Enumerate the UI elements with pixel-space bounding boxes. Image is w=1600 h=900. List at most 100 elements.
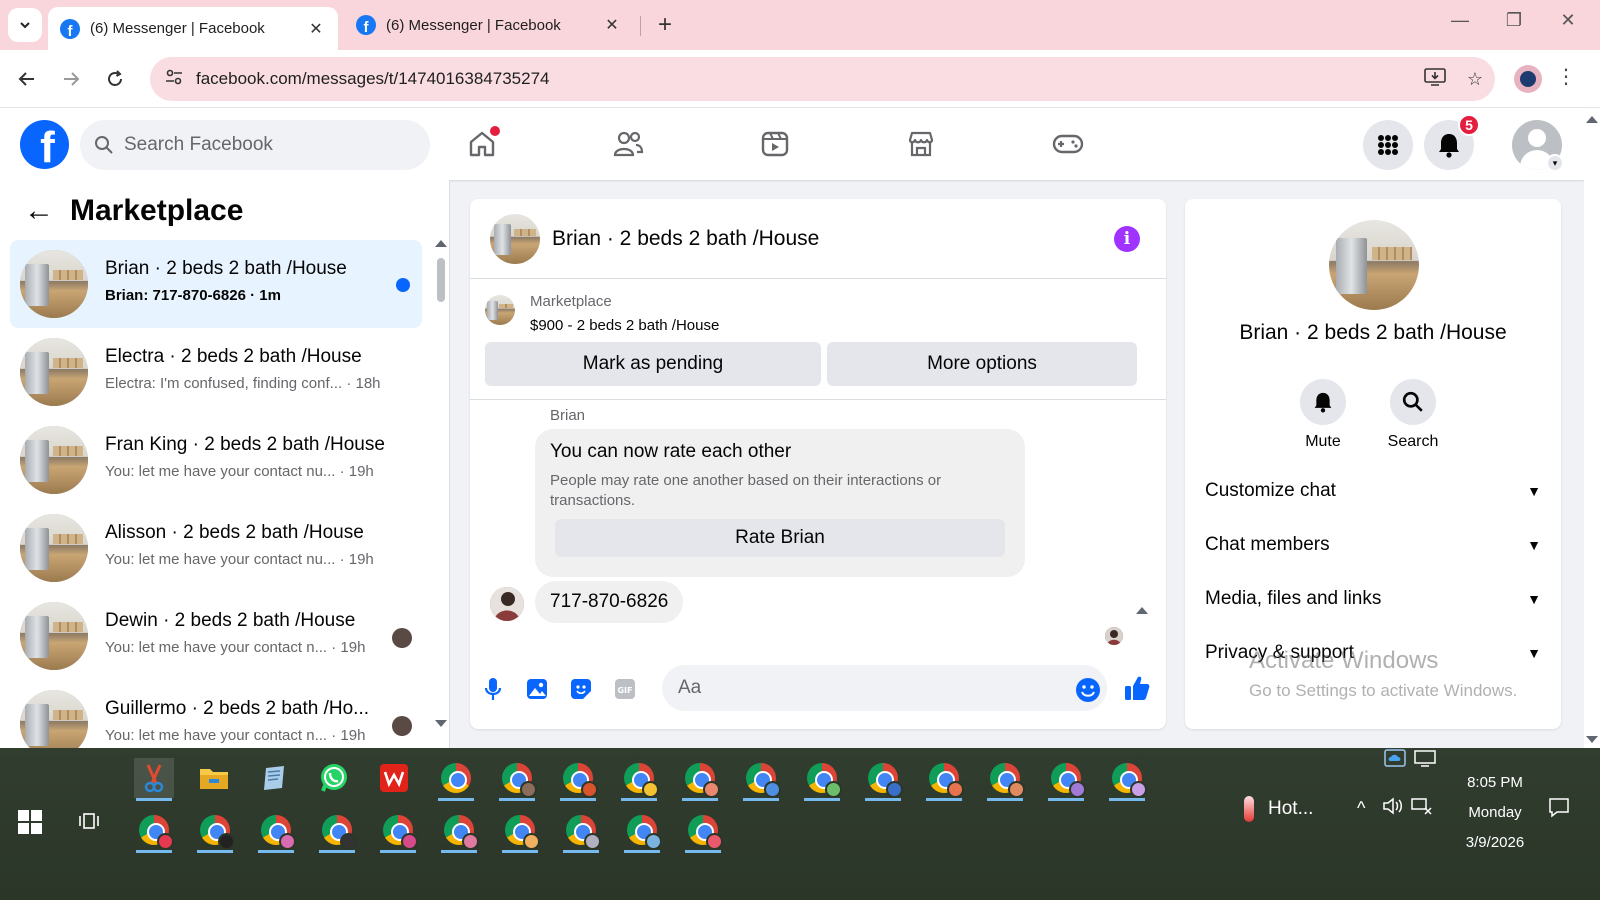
account-chevron-down-icon[interactable]: ▾ — [1546, 154, 1564, 172]
page-scrollbar[interactable] — [1584, 108, 1600, 748]
nav-friends[interactable] — [608, 124, 648, 164]
restore-window-icon[interactable]: ❐ — [1494, 10, 1534, 31]
info-icon[interactable]: i — [1114, 226, 1140, 252]
close-tab-icon[interactable]: ✕ — [602, 15, 622, 35]
back-arrow-icon[interactable]: ← — [24, 196, 54, 226]
scroll-up-icon[interactable] — [435, 240, 447, 247]
taskbar-app-file-explorer[interactable] — [194, 758, 234, 798]
browser-profile-avatar[interactable] — [1514, 65, 1542, 93]
taskbar-app-chrome-profile[interactable] — [561, 810, 601, 853]
nav-home[interactable] — [462, 124, 502, 164]
nav-marketplace[interactable] — [901, 124, 941, 164]
taskbar-app-chrome-profile[interactable] — [741, 758, 781, 801]
conversation-item[interactable]: Fran King · 2 beds 2 bath /House You: le… — [10, 416, 422, 504]
taskbar-app-chrome-profile[interactable] — [622, 810, 662, 853]
clock-time[interactable]: 8:05 PM — [1440, 774, 1550, 791]
taskbar-app-chrome-profile[interactable] — [683, 810, 723, 853]
listing-description[interactable]: $900 - 2 beds 2 bath /House — [530, 317, 719, 334]
facebook-search-input[interactable] — [124, 134, 404, 156]
new-tab-button[interactable]: + — [650, 10, 680, 40]
task-view-icon[interactable] — [78, 810, 102, 832]
taskbar-app-chrome-profile[interactable] — [619, 758, 659, 801]
message-thread-scrollbar[interactable] — [1136, 607, 1148, 649]
onedrive-icon[interactable] — [1384, 748, 1406, 772]
scroll-down-icon[interactable] — [435, 720, 447, 727]
mark-as-pending-button[interactable]: Mark as pending — [485, 342, 821, 386]
network-icon[interactable] — [1410, 796, 1432, 820]
gif-button[interactable]: GIF — [610, 674, 640, 704]
taskbar-app-chrome[interactable] — [436, 758, 476, 801]
volume-icon[interactable] — [1382, 796, 1404, 820]
taskbar-app-chrome-profile[interactable] — [802, 758, 842, 801]
close-window-icon[interactable]: ✕ — [1548, 10, 1588, 31]
taskbar-app-chrome-profile[interactable] — [497, 758, 537, 801]
reload-button[interactable] — [98, 62, 132, 96]
message-input[interactable] — [662, 665, 1107, 711]
taskbar-app-chrome-profile[interactable] — [439, 810, 479, 853]
url-text[interactable]: facebook.com/messages/t/1474016384735274 — [196, 69, 1415, 89]
conversation-item[interactable]: Electra · 2 beds 2 bath /House Electra: … — [10, 328, 422, 416]
taskbar-app-chrome-profile[interactable] — [985, 758, 1025, 801]
forward-button[interactable] — [54, 62, 88, 96]
taskbar-app-chrome-profile[interactable] — [863, 758, 903, 801]
voice-clip-button[interactable] — [478, 674, 508, 704]
taskbar-app-chrome-profile[interactable] — [134, 810, 174, 853]
facebook-search[interactable] — [80, 120, 430, 170]
scroll-up-icon[interactable] — [1586, 116, 1598, 123]
conversation-item[interactable]: Dewin · 2 beds 2 bath /House You: let me… — [10, 592, 422, 680]
show-hidden-icons-chevron-up-icon[interactable]: ^ — [1357, 798, 1365, 819]
tab-search-button[interactable] — [8, 8, 42, 42]
like-button[interactable] — [1122, 673, 1152, 703]
chat-members-section[interactable]: Chat members ▼ — [1205, 525, 1541, 565]
notifications-button[interactable]: 5 — [1424, 114, 1480, 170]
taskbar-app-wps[interactable] — [374, 758, 414, 798]
attach-photo-button[interactable] — [522, 674, 552, 704]
site-settings-icon[interactable] — [154, 69, 194, 90]
conversation-item[interactable]: Brian · 2 beds 2 bath /House Brian: 717-… — [10, 240, 422, 328]
display-icon[interactable] — [1414, 748, 1436, 772]
nav-gaming[interactable] — [1048, 124, 1088, 164]
info-listing-thumbnail[interactable] — [1329, 220, 1419, 310]
browser-menu-icon[interactable]: ⋮ — [1556, 64, 1576, 89]
clock-day[interactable]: Monday — [1440, 804, 1550, 821]
conversation-list-scrollbar[interactable] — [435, 238, 447, 738]
message-bubble[interactable]: 717-870-6826 — [535, 581, 684, 623]
taskbar-app-chrome-profile[interactable] — [317, 810, 357, 853]
taskbar-app-chrome-profile[interactable] — [195, 810, 235, 853]
emoji-button[interactable] — [1073, 675, 1103, 705]
mute-action[interactable]: Mute — [1283, 379, 1363, 451]
taskbar-app-chrome-profile[interactable] — [1046, 758, 1086, 801]
taskbar-app-chrome-profile[interactable] — [680, 758, 720, 801]
sender-avatar[interactable] — [490, 587, 524, 621]
conversation-item[interactable]: Alisson · 2 beds 2 bath /House You: let … — [10, 504, 422, 592]
browser-tab-inactive[interactable]: f (6) Messenger | Facebook ✕ — [344, 7, 634, 43]
scrollbar-thumb[interactable] — [437, 258, 445, 302]
conversation-item[interactable]: Guillermo · 2 beds 2 bath /Ho... You: le… — [10, 680, 422, 748]
minimize-window-icon[interactable]: — — [1440, 10, 1480, 31]
taskbar-app-snipping[interactable] — [134, 758, 174, 801]
customize-chat-section[interactable]: Customize chat ▼ — [1205, 471, 1541, 511]
taskbar-app-chrome-profile[interactable] — [1107, 758, 1147, 801]
more-options-button[interactable]: More options — [827, 342, 1137, 386]
taskbar-app-notes[interactable] — [254, 758, 294, 798]
close-tab-icon[interactable]: ✕ — [306, 19, 326, 39]
chat-title[interactable]: Brian · 2 beds 2 bath /House — [552, 227, 819, 251]
taskbar-app-chrome-profile[interactable] — [924, 758, 964, 801]
clock-date[interactable]: 3/9/2026 — [1440, 834, 1550, 851]
scroll-up-icon[interactable] — [1136, 607, 1148, 614]
bookmark-star-icon[interactable]: ☆ — [1455, 69, 1495, 90]
search-action[interactable]: Search — [1373, 379, 1453, 451]
facebook-logo[interactable]: f — [20, 120, 69, 169]
install-app-icon[interactable] — [1415, 67, 1455, 92]
action-center-icon[interactable] — [1548, 796, 1570, 822]
back-button[interactable] — [10, 62, 44, 96]
sticker-button[interactable] — [566, 674, 596, 704]
browser-tab-active[interactable]: f (6) Messenger | Facebook ✕ — [48, 7, 338, 50]
listing-small-thumbnail[interactable] — [485, 295, 515, 325]
weather-widget[interactable]: Hot... — [1244, 796, 1313, 822]
taskbar-app-whatsapp[interactable] — [314, 758, 354, 798]
rate-brian-button[interactable]: Rate Brian — [555, 519, 1005, 557]
menu-button[interactable] — [1363, 120, 1413, 170]
taskbar-app-chrome-profile[interactable] — [378, 810, 418, 853]
windows-start-icon[interactable] — [18, 810, 42, 834]
